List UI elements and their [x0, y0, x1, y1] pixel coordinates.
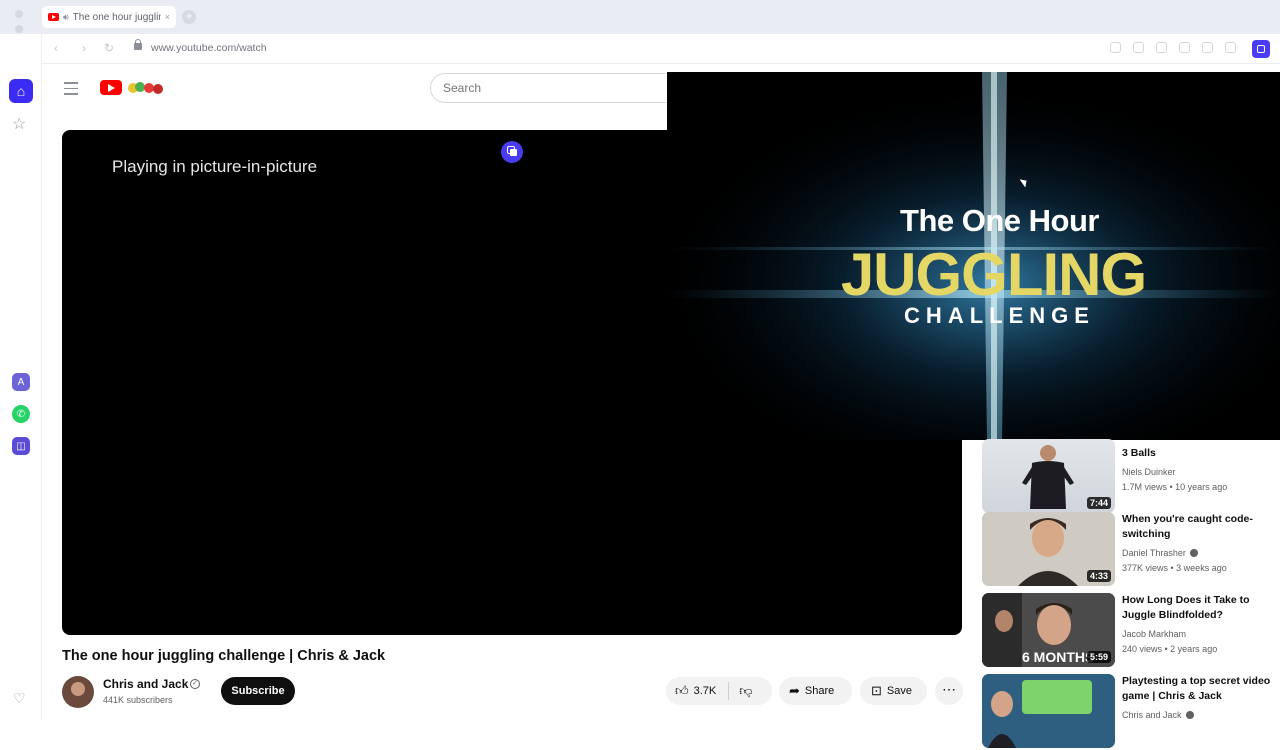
- browser-tab[interactable]: 🔊︎ The one hour juggling challenge | Chr…: [42, 6, 176, 28]
- pip-title-line-1: The One Hour: [900, 203, 1099, 238]
- youtube-logo-icon[interactable]: [100, 80, 122, 95]
- video-thumbnail[interactable]: 6 MONTHS 5:59: [982, 593, 1115, 667]
- subscribe-button[interactable]: Subscribe: [221, 677, 295, 705]
- pip-window[interactable]: The One Hour JUGGLING CHALLENGE: [667, 72, 1280, 440]
- subscriber-count: 441K subscribers: [103, 695, 173, 705]
- back-icon[interactable]: ‹: [54, 41, 58, 55]
- divider: [728, 682, 730, 700]
- address-bar-actions: [1110, 42, 1236, 53]
- verified-icon: [1189, 549, 1198, 557]
- pip-title-line-2: JUGGLING: [840, 241, 1147, 308]
- verified-icon: [1185, 711, 1194, 719]
- video-title[interactable]: How Long Does it Take to Juggle Blindfol…: [1122, 593, 1272, 623]
- thumbs-up-icon[interactable]: 👍︎: [675, 683, 689, 699]
- whatsapp-icon[interactable]: ✆: [12, 405, 30, 423]
- heart-icon[interactable]: ♡: [13, 690, 26, 707]
- channel-name[interactable]: Chris and Jack: [1122, 710, 1194, 720]
- video-duration: 4:33: [1086, 570, 1111, 582]
- pip-title-line-3: CHALLENGE: [904, 303, 1095, 328]
- thumbnail-overlay-text: 6 MONTHS: [1022, 649, 1095, 665]
- recommendation-item[interactable]: 4:33 When you're caught code-switching D…: [982, 512, 1272, 588]
- channel-name-text: Daniel Thrasher: [1122, 548, 1186, 558]
- video-title[interactable]: When you're caught code-switching: [1122, 512, 1272, 542]
- pinned-app-1-icon[interactable]: A: [12, 373, 30, 391]
- speaker-icon[interactable]: 🔊︎: [63, 12, 69, 23]
- heart-icon[interactable]: [1202, 42, 1213, 53]
- new-tab-button[interactable]: +: [182, 10, 196, 24]
- address-bar: ‹ › ↻ www.youtube.com/watch: [42, 34, 1280, 64]
- url-field[interactable]: www.youtube.com/watch: [151, 42, 267, 54]
- bookmark-icon: ⊡: [871, 683, 882, 698]
- reload-icon[interactable]: ↻: [104, 41, 114, 55]
- video-duration: 7:44: [1086, 497, 1111, 509]
- channel-name[interactable]: Chris and Jack: [103, 677, 188, 691]
- youtube-favicon-icon: [48, 13, 59, 21]
- home-icon: ⌂: [16, 83, 26, 99]
- youtube-doodle-icon[interactable]: [127, 81, 167, 95]
- like-count[interactable]: 3.7K: [694, 685, 717, 697]
- channel-name-text: Chris and Jack: [1122, 710, 1182, 720]
- video-thumbnail[interactable]: 4:33: [982, 512, 1115, 586]
- menu-icon[interactable]: [64, 82, 78, 99]
- thumbnail-game-image: [982, 674, 1115, 748]
- extension-button[interactable]: [1252, 40, 1270, 58]
- video-title[interactable]: Playtesting a top secret video game | Ch…: [1122, 674, 1272, 704]
- app-sidebar: ⌂ ☆ A ✆ ◫ ♡: [0, 34, 42, 720]
- video-meta: 377K views • 3 weeks ago: [1122, 563, 1227, 573]
- forward-icon[interactable]: ›: [82, 41, 86, 55]
- video-meta: 1.7M views • 10 years ago: [1122, 482, 1228, 492]
- channel-name[interactable]: Daniel Thrasher: [1122, 548, 1198, 558]
- camera-icon[interactable]: [1133, 42, 1144, 53]
- recommendation-item[interactable]: 6 MONTHS 5:59 How Long Does it Take to J…: [982, 593, 1272, 669]
- recommendation-item[interactable]: 7:44 3 Balls Niels Duinker 1.7M views • …: [982, 439, 1272, 515]
- video-meta: 240 views • 2 years ago: [1122, 644, 1218, 654]
- save-label: Save: [886, 685, 912, 697]
- picture-in-picture-icon[interactable]: [501, 141, 523, 163]
- share-button[interactable]: ➦ Share: [779, 677, 852, 705]
- share-icon: ➦: [789, 683, 800, 698]
- thumbs-down-icon[interactable]: 👎︎: [739, 683, 752, 699]
- star-icon[interactable]: ☆: [12, 114, 26, 134]
- play-icon[interactable]: [1179, 42, 1190, 53]
- verified-icon: ✓: [190, 679, 200, 689]
- channel-name[interactable]: Jacob Markham: [1122, 629, 1186, 639]
- pinned-app-3-icon[interactable]: ◫: [12, 437, 30, 455]
- home-button[interactable]: ⌂: [9, 79, 33, 103]
- shield-icon[interactable]: [1156, 42, 1167, 53]
- video-thumbnail[interactable]: [982, 674, 1115, 748]
- channel-avatar[interactable]: [62, 676, 94, 708]
- like-dislike-pill: 👍︎ 3.7K 👎︎: [666, 677, 772, 705]
- video-title: The one hour juggling challenge | Chris …: [62, 648, 386, 664]
- more-actions-button[interactable]: ⋯: [935, 677, 963, 705]
- video-title[interactable]: 3 Balls: [1122, 446, 1272, 461]
- save-button[interactable]: ⊡ Save: [860, 677, 927, 705]
- pip-status-text: Playing in picture-in-picture: [112, 157, 318, 176]
- sidebar-icon[interactable]: [1225, 42, 1236, 53]
- video-duration: 5:59: [1086, 651, 1111, 663]
- search-input[interactable]: [430, 73, 670, 103]
- browser-tab-bar: 🔊︎ The one hour juggling challenge | Chr…: [0, 0, 1280, 48]
- reader-icon[interactable]: [1110, 42, 1121, 53]
- tab-close-icon[interactable]: ×: [165, 12, 170, 22]
- lock-icon: [134, 39, 142, 50]
- tab-title: The one hour juggling challenge | Chris …: [72, 11, 161, 23]
- share-label: Share: [804, 685, 835, 697]
- video-thumbnail[interactable]: 7:44: [982, 439, 1115, 513]
- recommendation-item[interactable]: Playtesting a top secret video game | Ch…: [982, 674, 1272, 750]
- channel-name[interactable]: Niels Duinker: [1122, 467, 1176, 477]
